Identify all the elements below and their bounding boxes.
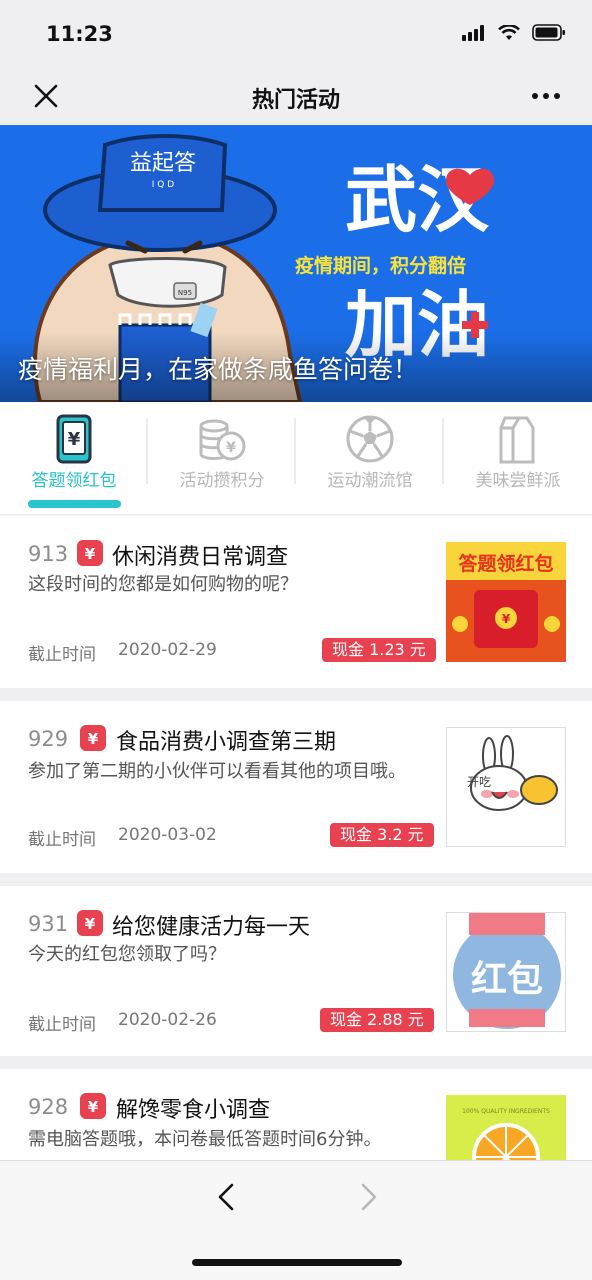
cash-badge-icon: ¥ [80,725,106,751]
mask-label: N95 [178,289,192,297]
tab-label: 运动潮流馆 [327,471,413,491]
cellular-signal-icon [462,24,484,41]
survey-thumbnail: 红包 [446,912,566,1032]
promo-banner[interactable]: 益起答 I Q D N95 武汉 疫情期间，积分翻倍 加油 疫情福利月，在家做条… [0,125,592,402]
tab-points[interactable]: ¥ 活动攒积分 [148,402,296,502]
svg-text:¥: ¥ [502,612,511,626]
survey-card[interactable]: 928 ¥ 解馋零食小调查 需电脑答题哦，本问卷最低答题时间6分钟。 100% … [0,1069,592,1160]
svg-text:¥: ¥ [88,1098,99,1116]
svg-text:¥: ¥ [85,915,96,933]
wifi-icon [498,24,520,40]
survey-title: 食品消费小调查第三期 [116,730,337,755]
survey-description: 参加了第二期的小伙伴可以看看其他的项目哦。 [28,761,406,782]
home-indicator [192,1259,402,1266]
tab-sports[interactable]: 运动潮流馆 [296,402,444,502]
survey-title: 给您健康活力每一天 [112,915,311,940]
tab-food[interactable]: 美味尝鲜派 [444,402,592,502]
svg-text:¥: ¥ [88,730,99,748]
deadline-date: 2020-02-29 [118,640,217,660]
svg-text:100% QUALITY INGREDIENTS: 100% QUALITY INGREDIENTS [462,1108,550,1115]
cash-badge-icon: ¥ [80,1093,106,1119]
status-icons [462,24,566,41]
survey-card[interactable]: 913 ¥ 休闲消费日常调查 这段时间的您都是如何购物的呢？ 截止时间 2020… [0,516,592,688]
category-tabs: ¥ 答题领红包 ¥ 活动攒积分 运动潮流馆 美味尝鲜派 [0,402,592,514]
svg-text:开吃: 开吃 [467,775,491,789]
tab-icon-symbol: ¥ [226,440,236,456]
reward-badge: 现金 1.23 元 [322,638,436,662]
back-arrow-icon[interactable] [212,1181,240,1213]
forward-arrow-icon[interactable] [355,1181,383,1213]
survey-thumbnail: 100% QUALITY INGREDIENTS [446,1095,566,1160]
survey-description: 需电脑答题哦，本问卷最低答题时间6分钟。 [28,1129,382,1150]
cash-badge-icon: ¥ [77,540,103,566]
reward-badge: 现金 2.88 元 [320,1008,434,1032]
page-title: 热门活动 [251,88,340,113]
coin-stack-icon: ¥ [199,419,246,461]
survey-description: 这段时间的您都是如何购物的呢？ [28,574,298,595]
nav-bar: 热门活动 [0,70,592,125]
survey-id: 928 [28,1095,69,1119]
survey-card[interactable]: 931 ¥ 给您健康活力每一天 今天的红包您领取了吗？ 截止时间 2020-02… [0,886,592,1056]
soccer-ball-icon [346,415,394,463]
tab-label: 活动攒积分 [179,471,265,491]
red-packet-phone-icon: ¥ [56,414,92,464]
banner-caption: 疫情福利月，在家做条咸鱼答问卷！ [18,355,419,384]
tab-label: 答题领红包 [31,471,117,491]
svg-text:红包: 红包 [471,959,543,1000]
slogan-mid: 疫情期间，积分翻倍 [295,254,466,277]
deadline-label: 截止时间 [28,1015,96,1035]
hat-text: 益起答 [130,151,196,176]
survey-card[interactable]: 929 ¥ 食品消费小调查第三期 参加了第二期的小伙伴可以看看其他的项目哦。 截… [0,701,592,873]
survey-thumbnail: 答题领红包 ¥ [446,542,566,662]
tab-icon-symbol: ¥ [68,429,81,450]
cash-badge-icon: ¥ [77,910,103,936]
deadline-date: 2020-02-26 [118,1010,217,1030]
survey-description: 今天的红包您领取了吗？ [28,944,226,965]
survey-thumbnail: 开吃 [446,727,566,847]
hat-subtext: I Q D [152,180,174,190]
survey-title: 休闲消费日常调查 [112,545,289,570]
survey-id: 929 [28,727,69,751]
survey-id: 913 [28,542,69,566]
active-tab-indicator [28,500,121,508]
survey-title: 解馋零食小调查 [116,1098,271,1123]
survey-id: 931 [28,912,69,936]
deadline-label: 截止时间 [28,645,96,665]
deadline-date: 2020-03-02 [118,825,217,845]
reward-badge: 现金 3.2 元 [330,823,434,847]
more-options-icon[interactable] [530,84,562,108]
svg-text:¥: ¥ [85,545,96,563]
svg-text:答题领红包: 答题领红包 [458,552,553,575]
tab-label: 美味尝鲜派 [475,471,561,491]
tab-red-packet[interactable]: ¥ 答题领红包 [0,402,148,502]
status-bar: 11:23 [0,0,592,70]
deadline-label: 截止时间 [28,830,96,850]
milk-carton-icon [499,416,535,464]
status-time: 11:23 [46,22,113,46]
battery-icon [532,24,565,41]
